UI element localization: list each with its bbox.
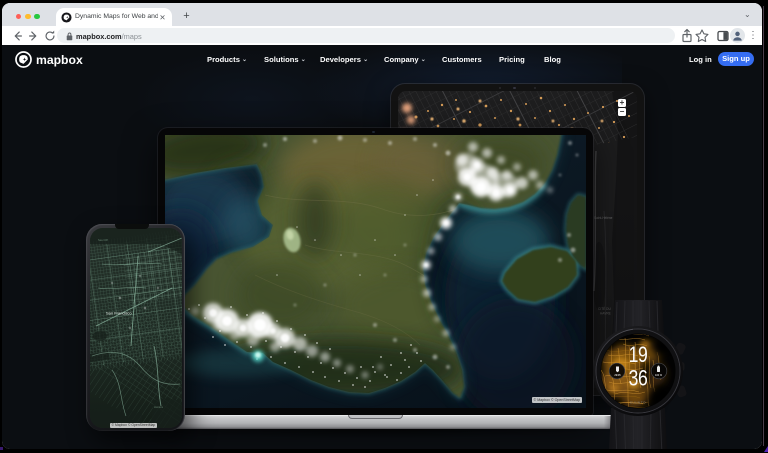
svg-text:36: 36 [629, 367, 648, 391]
svg-text:SUUNTO: SUUNTO [630, 401, 646, 405]
svg-text:Hunters: Hunters [154, 405, 164, 409]
svg-text:San Francisco: San Francisco [106, 310, 132, 315]
svg-text:29/05: 29/05 [614, 374, 621, 377]
svg-text:19: 19 [629, 343, 648, 367]
svg-text:100 %: 100 % [655, 374, 663, 377]
svg-text:Sea Cliff: Sea Cliff [98, 238, 108, 242]
